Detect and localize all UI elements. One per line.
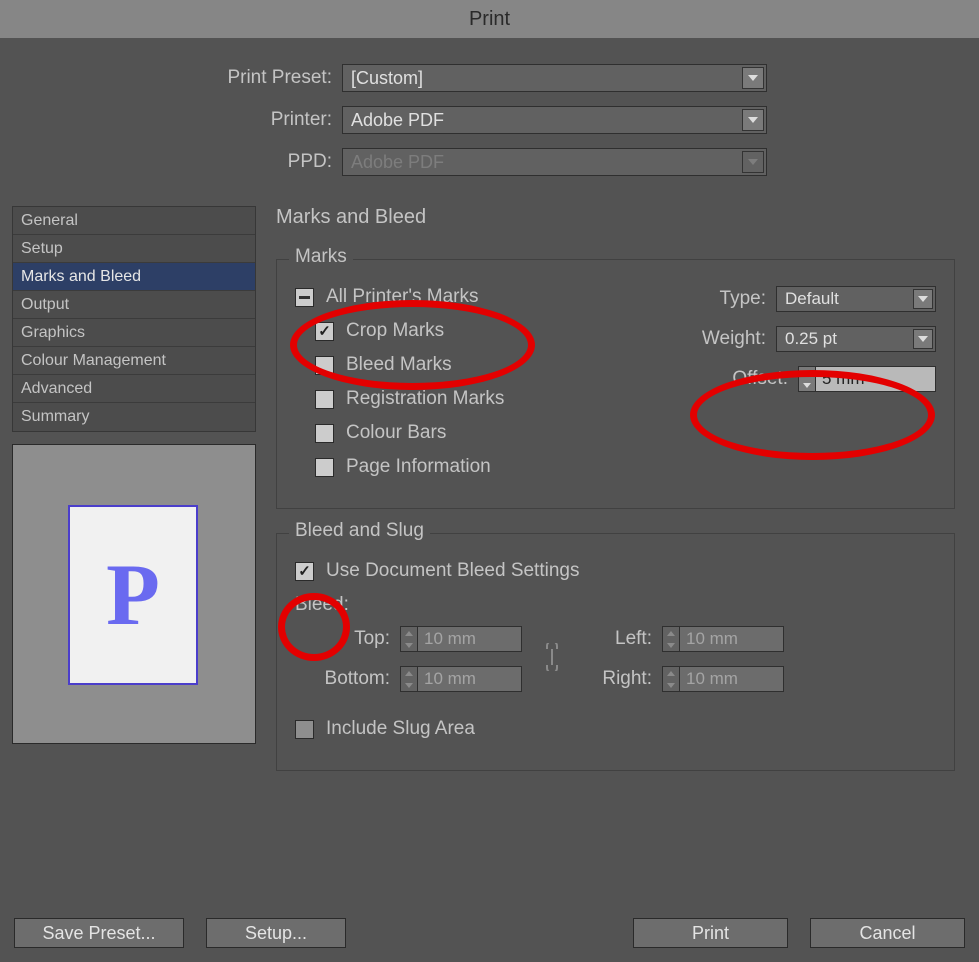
all-printers-marks-checkbox[interactable] xyxy=(295,288,314,307)
bleed-right-label: Right: xyxy=(582,668,652,690)
bleed-left-label: Left: xyxy=(582,628,652,650)
crop-marks-checkbox[interactable]: ✓ xyxy=(315,322,334,341)
registration-marks-checkbox[interactable] xyxy=(315,390,334,409)
chevron-down-icon xyxy=(742,67,764,89)
all-printers-marks-label: All Printer's Marks xyxy=(326,286,478,308)
cancel-button[interactable]: Cancel xyxy=(810,918,965,948)
nav-item-summary[interactable]: Summary xyxy=(13,403,255,431)
chevron-down-icon xyxy=(742,109,764,131)
bleed-top-value: 10 mm xyxy=(418,626,522,652)
colour-bars-checkbox[interactable] xyxy=(315,424,334,443)
bleed-bottom-label: Bottom: xyxy=(295,668,390,690)
bleed-left-value: 10 mm xyxy=(680,626,784,652)
offset-value[interactable]: 5 mm xyxy=(816,366,936,392)
nav-item-setup[interactable]: Setup xyxy=(13,235,255,263)
nav-item-graphics[interactable]: Graphics xyxy=(13,319,255,347)
bleed-bottom-value: 10 mm xyxy=(418,666,522,692)
nav-item-advanced[interactable]: Advanced xyxy=(13,375,255,403)
type-label: Type: xyxy=(720,288,766,310)
nav-item-general[interactable]: General xyxy=(13,207,255,235)
print-preset-dropdown[interactable]: [Custom] xyxy=(342,64,767,92)
chevron-down-icon xyxy=(913,289,933,309)
print-preset-label: Print Preset: xyxy=(24,67,342,89)
page-information-label: Page Information xyxy=(346,456,491,478)
dialog-footer: Save Preset... Setup... Print Cancel xyxy=(14,918,965,948)
offset-stepper[interactable]: 5 mm xyxy=(798,366,936,392)
offset-label: Offset: xyxy=(732,368,788,390)
type-dropdown[interactable]: Default xyxy=(776,286,936,312)
bleed-heading: Bleed: xyxy=(295,594,936,616)
nav-item-colour-management[interactable]: Colour Management xyxy=(13,347,255,375)
ppd-value: Adobe PDF xyxy=(351,152,444,173)
weight-value: 0.25 pt xyxy=(785,329,837,349)
printer-label: Printer: xyxy=(24,109,342,131)
bleed-top-stepper: 10 mm xyxy=(400,626,522,652)
use-document-bleed-label: Use Document Bleed Settings xyxy=(326,560,579,582)
bleed-right-stepper: 10 mm xyxy=(662,666,784,692)
print-button[interactable]: Print xyxy=(633,918,788,948)
bleed-right-value: 10 mm xyxy=(680,666,784,692)
weight-dropdown[interactable]: 0.25 pt xyxy=(776,326,936,352)
use-document-bleed-checkbox[interactable]: ✓ xyxy=(295,562,314,581)
chevron-down-icon xyxy=(913,329,933,349)
bleed-left-stepper: 10 mm xyxy=(662,626,784,652)
save-preset-button[interactable]: Save Preset... xyxy=(14,918,184,948)
dialog-title: Print xyxy=(0,0,979,38)
page-information-checkbox[interactable] xyxy=(315,458,334,477)
printer-value: Adobe PDF xyxy=(351,110,444,131)
bleed-marks-label: Bleed Marks xyxy=(346,354,452,376)
bleed-top-label: Top: xyxy=(295,628,390,650)
bleed-slug-group: Bleed and Slug ✓ Use Document Bleed Sett… xyxy=(276,533,955,771)
type-value: Default xyxy=(785,289,839,309)
include-slug-label: Include Slug Area xyxy=(326,718,475,740)
marks-legend: Marks xyxy=(289,246,353,268)
bleed-bottom-stepper: 10 mm xyxy=(400,666,522,692)
registration-marks-label: Registration Marks xyxy=(346,388,504,410)
ppd-label: PPD: xyxy=(24,151,342,173)
setup-button[interactable]: Setup... xyxy=(206,918,346,948)
link-icon xyxy=(540,643,564,676)
bleed-slug-legend: Bleed and Slug xyxy=(289,520,430,542)
crop-marks-label: Crop Marks xyxy=(346,320,444,342)
printer-dropdown[interactable]: Adobe PDF xyxy=(342,106,767,134)
chevron-down-icon xyxy=(742,151,764,173)
category-list: GeneralSetupMarks and BleedOutputGraphic… xyxy=(12,206,256,432)
print-dialog: Print Print Preset: [Custom] Printer: Ad… xyxy=(0,0,979,962)
preview-page: P xyxy=(68,505,198,685)
nav-item-output[interactable]: Output xyxy=(13,291,255,319)
panel-title: Marks and Bleed xyxy=(276,206,955,229)
nav-item-marks-and-bleed[interactable]: Marks and Bleed xyxy=(13,263,255,291)
page-preview: P xyxy=(12,444,256,744)
weight-label: Weight: xyxy=(702,328,766,350)
marks-group: Marks All Printer's Marks ✓ Crop Marks xyxy=(276,259,955,509)
ppd-dropdown: Adobe PDF xyxy=(342,148,767,176)
print-preset-value: [Custom] xyxy=(351,68,423,89)
include-slug-checkbox[interactable] xyxy=(295,720,314,739)
bleed-marks-checkbox[interactable] xyxy=(315,356,334,375)
colour-bars-label: Colour Bars xyxy=(346,422,446,444)
preview-letter: P xyxy=(106,545,160,646)
preset-area: Print Preset: [Custom] Printer: Adobe PD… xyxy=(0,38,979,200)
